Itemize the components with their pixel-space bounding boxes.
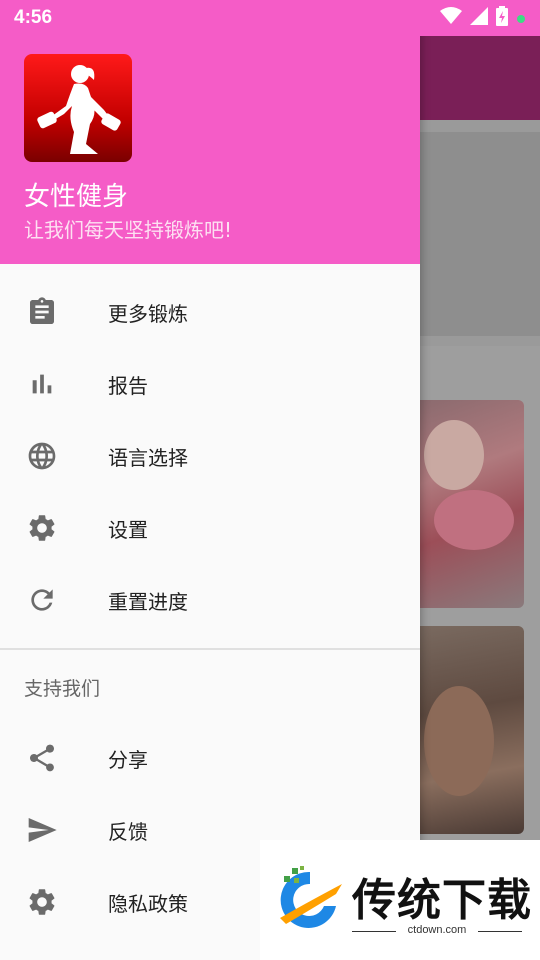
menu-item-more-workouts[interactable]: 更多锻炼 (0, 276, 420, 348)
battery-icon (496, 6, 508, 30)
watermark: 传统下载 ctdown.com (260, 840, 540, 960)
support-section-title: 支持我们 (24, 678, 101, 700)
menu-item-label: 报告 (108, 373, 148, 398)
menu-item-label: 重置进度 (108, 589, 188, 614)
menu-item-share[interactable]: 分享 (0, 722, 420, 794)
watermark-line (478, 931, 522, 932)
signal-icon (470, 7, 488, 29)
watermark-text: 传统下载 (352, 875, 532, 926)
globe-icon (24, 438, 60, 474)
menu-item-reset-progress[interactable]: 重置进度 (0, 564, 420, 636)
menu-item-label: 更多锻炼 (108, 301, 188, 326)
status-icons (440, 6, 526, 30)
menu-item-label: 设置 (108, 517, 148, 542)
wifi-icon (440, 7, 462, 29)
navigation-drawer: 女性健身 让我们每天坚持锻炼吧! 更多锻炼 报告 语言选择 设置 重置进度 支持… (0, 0, 420, 960)
drawer-header: 女性健身 让我们每天坚持锻炼吧! (0, 0, 420, 264)
watermark-url: ctdown.com (407, 924, 467, 936)
background-workout-photo (414, 400, 524, 608)
menu-item-report[interactable]: 报告 (0, 348, 420, 420)
app-slogan: 让我们每天坚持锻炼吧! (24, 218, 233, 242)
clipboard-icon (24, 294, 60, 330)
share-icon (24, 740, 60, 776)
app-name: 女性健身 (24, 182, 129, 212)
menu-item-label: 分享 (108, 747, 148, 772)
menu-divider (0, 648, 420, 650)
menu-item-label: 隐私政策 (108, 891, 188, 916)
background-workout-photo (414, 626, 524, 834)
refresh-icon (24, 582, 60, 618)
bar-chart-icon (24, 366, 60, 402)
send-icon (24, 812, 60, 848)
gear-icon (24, 884, 60, 920)
notification-dot-icon (516, 9, 526, 28)
watermark-logo-icon (270, 862, 346, 938)
menu-item-label: 反馈 (108, 819, 148, 844)
gear-icon (24, 510, 60, 546)
app-logo (24, 54, 132, 162)
menu-item-label: 语言选择 (108, 445, 188, 470)
menu-item-language[interactable]: 语言选择 (0, 420, 420, 492)
menu-item-settings[interactable]: 设置 (0, 492, 420, 564)
status-time: 4:56 (14, 7, 53, 28)
status-bar: 4:56 (0, 0, 540, 36)
